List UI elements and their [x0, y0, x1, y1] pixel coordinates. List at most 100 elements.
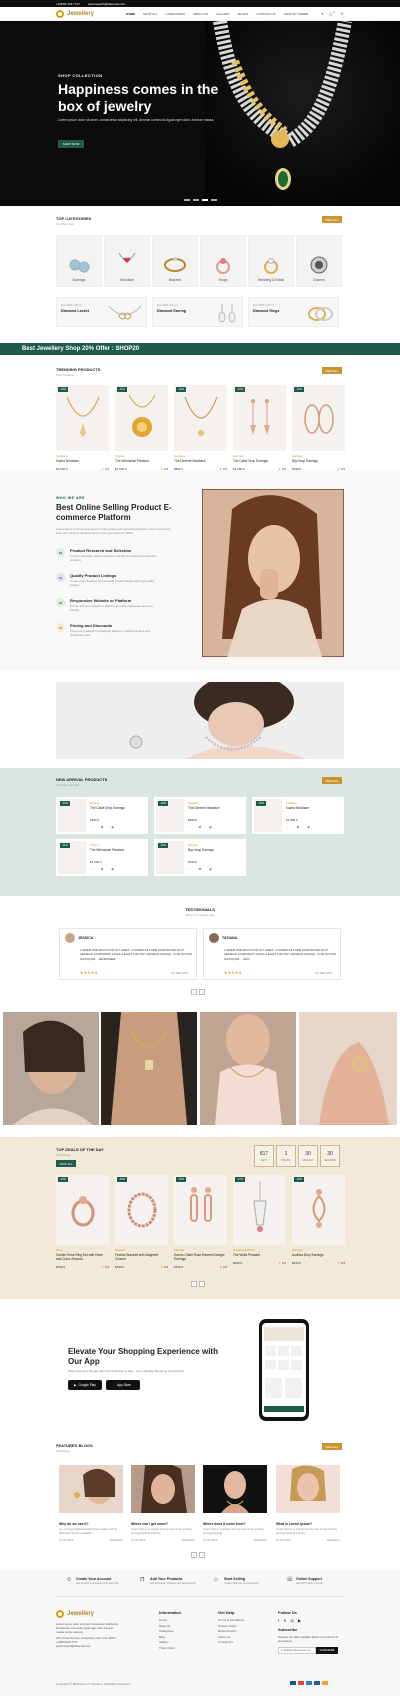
product-image[interactable]: -15% [115, 1175, 168, 1245]
footer-link[interactable]: Track Order [159, 1646, 181, 1652]
gallery-image[interactable] [101, 1012, 197, 1125]
product-name[interactable]: Fireline Bracelet with Magnetic Closure [115, 1253, 168, 1261]
product-name[interactable]: The Dimetre Necklace [174, 459, 227, 463]
compare-icon[interactable]: ⇄ [101, 825, 104, 829]
nav-item-shop-all[interactable]: SHOP ALL [143, 12, 157, 16]
compare-icon[interactable]: ⇄ [199, 867, 202, 871]
category-card-earrings[interactable]: Earrings [56, 235, 102, 287]
blog-card[interactable]: Where can I get some? Lorem Ipsum is sim… [131, 1462, 195, 1555]
blog-card[interactable]: Where does it come from? Lorem Ipsum is … [203, 1465, 267, 1555]
subscribe-email-input[interactable] [278, 1647, 316, 1654]
arrival-name[interactable]: The Whimsical Pendant [90, 848, 124, 852]
blogs-view-all-button[interactable]: VIEW ALL [322, 1443, 342, 1450]
arrival-image[interactable]: -10% [156, 799, 184, 832]
promo-card-earring[interactable]: Get 20% Off on Diamond Earring [152, 297, 243, 327]
wishlist-icon[interactable]: ♡ [286, 825, 289, 829]
nav-item-categories[interactable]: CATEGORIES [166, 12, 185, 16]
blog-image[interactable] [203, 1465, 267, 1513]
next-arrow-icon[interactable]: › [199, 1281, 205, 1287]
arrival-image[interactable]: -15% [58, 799, 86, 832]
promo-card-locket[interactable]: Get 40% Off on Diamond Locket [56, 297, 147, 327]
slider-dot-active[interactable] [202, 199, 208, 201]
compare-icon[interactable]: ⇄ [199, 825, 202, 829]
arrival-image[interactable]: -15% [254, 799, 282, 832]
categories-view-all-button[interactable]: VIEW ALL [322, 216, 342, 223]
product-image[interactable]: -17% [233, 1175, 286, 1245]
footer-logo[interactable]: Jewellery [56, 1610, 120, 1618]
blog-image[interactable] [59, 1465, 123, 1513]
wishlist-icon[interactable]: ♡ [188, 825, 191, 829]
compare-icon[interactable]: ⇄ [297, 825, 300, 829]
wishlist-icon[interactable]: ♡ [90, 867, 93, 871]
trending-view-all-button[interactable]: VIEW ALL [322, 367, 342, 374]
product-image[interactable]: -15% [292, 1175, 345, 1245]
youtube-icon[interactable]: ▶ [298, 1618, 301, 1623]
footer-email[interactable]: sparrowpath@fakemail.com [56, 1644, 120, 1648]
product-card[interactable]: -15% Earrings The Callie Drop Earrings $… [233, 385, 286, 480]
promo-card-rings[interactable]: Get 30% Off on Diamond Rings [248, 297, 339, 327]
prev-arrow-icon[interactable]: ‹ [191, 989, 197, 995]
product-card[interactable]: -15% Earrings Big Hoop Earrings $199.0 ★ … [292, 385, 345, 480]
deal-card[interactable]: -15% Rings Golden Rose Ring Set with Hea… [56, 1175, 109, 1275]
arrival-card[interactable]: -15% Earrings The Callie Drop Earrings $… [56, 797, 148, 834]
prev-arrow-icon[interactable]: ‹ [191, 1552, 197, 1558]
read-more-link[interactable]: Read More [182, 1539, 195, 1542]
arrivals-view-all-button[interactable]: VIEW ALL [322, 777, 342, 784]
arrival-card[interactable]: -15% Earrings Big Hoop Earrings $199.0 ♡… [154, 839, 246, 876]
category-card-bracelet[interactable]: Bracelet [152, 235, 198, 287]
cart-icon[interactable]: 🛒0 [329, 11, 335, 16]
next-arrow-icon[interactable]: › [199, 1552, 205, 1558]
product-name[interactable]: Audrina Drop Earrings [292, 1253, 345, 1257]
wishlist-icon[interactable]: ♡ [90, 825, 93, 829]
google-play-button[interactable]: ▶ Google Play [68, 1380, 102, 1390]
product-image[interactable]: -15% [233, 385, 286, 451]
deal-card[interactable]: -15% Earrings Audrina Drop Earrings $490… [292, 1175, 345, 1275]
quick-view-icon[interactable]: ◉ [209, 825, 212, 829]
read-more-link[interactable]: Read More [110, 1539, 123, 1542]
arrival-card[interactable]: -15% Necklace Kacha Necklace $1,550.0 ♡ ⇄… [252, 797, 344, 834]
product-name[interactable]: The Viella Pendant [233, 1253, 286, 1257]
deal-card[interactable]: -17% Wedding & Bridal The Viella Pendant… [233, 1175, 286, 1275]
product-image[interactable]: -10% [174, 385, 227, 451]
arrival-name[interactable]: The Callie Drop Earrings [90, 806, 125, 810]
subscribe-button[interactable]: SUBSCRIBE [316, 1647, 338, 1654]
category-card-charms[interactable]: Charms [296, 235, 342, 287]
arrival-name[interactable]: Kacha Necklace [286, 806, 309, 810]
quick-view-icon[interactable]: ◉ [111, 825, 114, 829]
product-name[interactable]: The Callie Drop Earrings [233, 459, 286, 463]
facebook-icon[interactable]: f [278, 1618, 279, 1623]
product-card[interactable]: -15% Necklace Kacha Necklace $1,550.0 ★ 4… [56, 385, 109, 480]
blog-image[interactable] [276, 1465, 340, 1513]
product-name[interactable]: The Whimsical Pendant [115, 459, 168, 463]
gallery-image[interactable] [3, 1012, 99, 1125]
slider-dot[interactable] [193, 199, 199, 201]
instagram-icon[interactable]: ◎ [290, 1618, 294, 1623]
blog-title[interactable]: What is Lorem Ipsum? [276, 1522, 340, 1526]
arrival-card[interactable]: -10% Necklace The Dimetre Necklace $999.… [154, 797, 246, 834]
gallery-image[interactable] [200, 1012, 296, 1125]
product-image[interactable]: -15% [174, 1175, 227, 1245]
product-name[interactable]: Kacha Necklace [56, 459, 109, 463]
read-more-link[interactable]: Read More [327, 1539, 340, 1542]
blog-title[interactable]: Where does it come from? [203, 1522, 267, 1526]
arrival-name[interactable]: Big Hoop Earrings [188, 848, 214, 852]
product-card[interactable]: -10% Necklace The Dimetre Necklace $899.… [174, 385, 227, 480]
nav-item-about-us[interactable]: ABOUT US [193, 12, 208, 16]
quick-view-icon[interactable]: ◉ [307, 825, 310, 829]
product-name[interactable]: Big Hoop Earrings [292, 459, 345, 463]
compare-icon[interactable]: ⇄ [101, 867, 104, 871]
category-card-necklace[interactable]: Necklace [104, 235, 150, 287]
gallery-image[interactable] [299, 1012, 397, 1125]
footer-link[interactable]: Terms & Conditions [218, 1618, 244, 1624]
product-image[interactable]: -15% [56, 1175, 109, 1245]
category-card-wedding-bridal[interactable]: Wedding & Bridal [248, 235, 294, 287]
product-image[interactable]: -15% [56, 385, 109, 451]
product-name[interactable]: Harmo Chain Rose Element Dangle Earrings [174, 1253, 227, 1261]
product-card[interactable]: -11% Charms The Whimsical Pendant $1,600… [115, 385, 168, 480]
wishlist-icon[interactable]: ♡ [188, 867, 191, 871]
blog-image[interactable] [131, 1462, 195, 1513]
shop-now-button[interactable]: SHOP NOW [58, 140, 84, 148]
read-more-link[interactable]: Read More [254, 1539, 267, 1542]
blog-card[interactable]: What is Lorem Ipsum? Lorem Ipsum is simp… [276, 1465, 340, 1555]
blog-card[interactable]: Why do we use it? It is a long establish… [59, 1465, 123, 1555]
